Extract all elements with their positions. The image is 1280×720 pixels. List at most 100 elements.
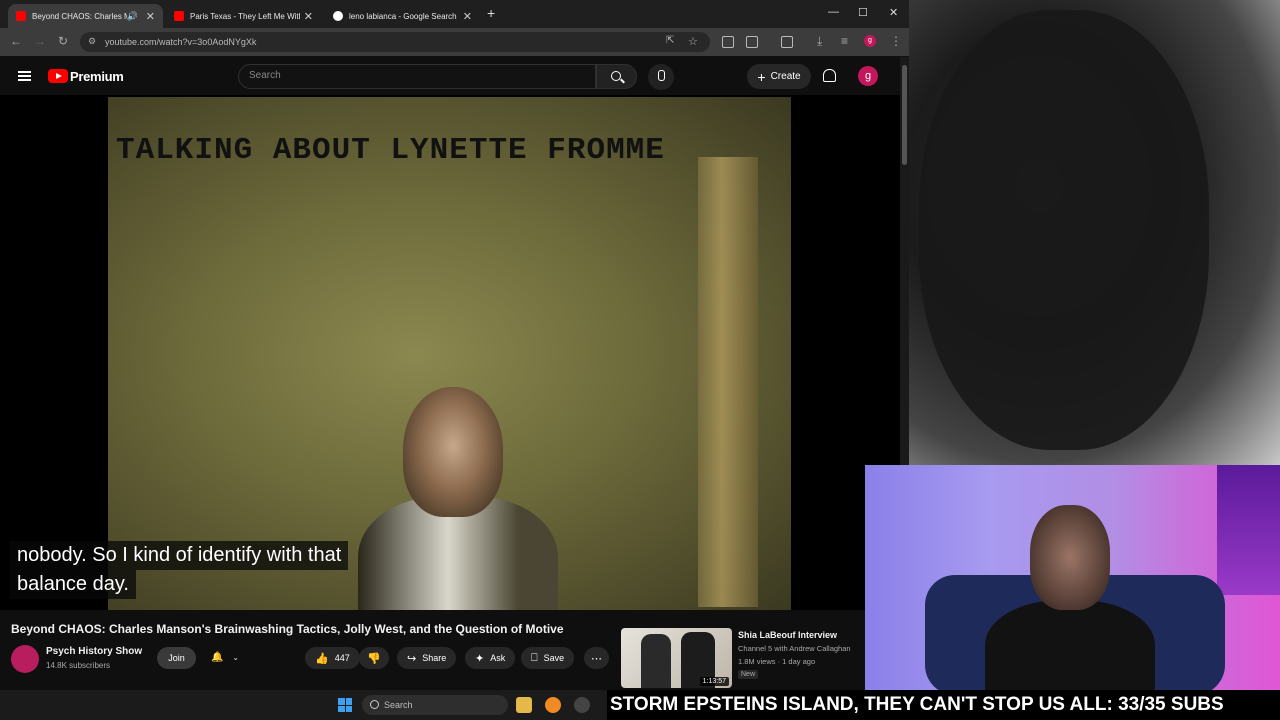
webcam-shelf [1217, 465, 1280, 595]
bookmark-icon: ⎕ [531, 651, 538, 664]
bell-icon: 🔔 [211, 652, 224, 663]
back-icon[interactable]: ← [10, 34, 22, 48]
thumbs-up-icon: 👍 [315, 652, 329, 665]
channel-avatar[interactable] [11, 645, 39, 673]
new-tab-button[interactable]: + [487, 5, 495, 21]
search-box [238, 64, 596, 89]
search-input[interactable] [249, 70, 579, 81]
recommended-meta: 1.8M views · 1 day ago [738, 657, 816, 666]
youtube-logo-icon[interactable] [48, 69, 68, 83]
scrollbar-thumb[interactable] [902, 65, 907, 165]
webcam-person-head [1030, 505, 1110, 610]
share-icon: ↪ [407, 652, 417, 665]
video-scene-person [358, 387, 558, 610]
close-tab-icon[interactable]: ✕ [304, 10, 313, 23]
extensions-icon[interactable] [746, 36, 758, 48]
more-horizontal-icon: ⋯ [591, 652, 602, 665]
create-button[interactable]: + Create [747, 64, 811, 89]
app-icon[interactable] [545, 697, 561, 713]
microphone-icon[interactable] [648, 64, 674, 90]
video-player[interactable]: TALKING ABOUT LYNETTE FROMME nobody. So … [0, 95, 900, 610]
notifications-bell-icon[interactable] [823, 69, 836, 82]
close-window-icon[interactable]: ✕ [889, 6, 898, 19]
like-count: 447 [334, 653, 350, 663]
cast-icon[interactable]: ⇱ [666, 35, 674, 46]
more-actions-button[interactable]: ⋯ [584, 647, 609, 669]
recommended-video-thumbnail[interactable]: 1:13:57 [621, 628, 732, 688]
recommended-video-title[interactable]: Shia LaBeouf Interview [738, 630, 837, 640]
video-frame[interactable] [108, 97, 791, 610]
caption-line: balance day. [10, 570, 136, 599]
bookmark-star-icon[interactable]: ☆ [688, 35, 698, 48]
new-badge: New [738, 670, 759, 679]
join-button[interactable]: Join [157, 647, 196, 669]
webcam-person-body [985, 600, 1155, 690]
hamburger-menu-icon[interactable] [18, 71, 31, 81]
tab-paris-texas[interactable]: Paris Texas - They Left Me With ✕ [166, 4, 321, 28]
account-avatar[interactable]: g [858, 66, 878, 86]
reading-list-icon[interactable] [722, 36, 734, 48]
forward-icon[interactable]: → [34, 34, 46, 48]
chevron-down-icon: ⌄ [232, 653, 239, 662]
save-button[interactable]: ⎕ Save [521, 647, 575, 669]
app-4k-icon[interactable] [574, 697, 590, 713]
youtube-icon [174, 11, 184, 21]
url-text: youtube.com/watch?v=3o0AodNYgXk [105, 37, 257, 47]
channel-subscribers: 14.8K subscribers [46, 661, 111, 670]
tab-bar: Beyond CHAOS: Charles Ma 🔊 ✕ Paris Texas… [0, 0, 909, 28]
file-explorer-icon[interactable] [516, 697, 532, 713]
youtube-icon [16, 11, 26, 21]
video-duration: 1:13:57 [699, 677, 729, 686]
minimize-icon[interactable]: — [828, 6, 839, 18]
search-button[interactable] [596, 64, 637, 89]
subscription-bell-button[interactable]: 🔔 ⌄ [205, 647, 251, 669]
video-title: Beyond CHAOS: Charles Manson's Brainwash… [11, 622, 564, 636]
download-icon[interactable]: ⤓ [817, 34, 822, 49]
video-overlay-title: TALKING ABOUT LYNETTE FROMME [116, 133, 665, 168]
recommended-channel[interactable]: Channel 5 with Andrew Callaghan [738, 644, 851, 653]
youtube-brand[interactable]: Premium [70, 69, 124, 84]
youtube-header: Premium + Create g [0, 57, 900, 95]
reload-icon[interactable]: ↻ [58, 34, 68, 48]
sparkle-icon: ✦ [475, 652, 485, 665]
background-camera-feed [909, 0, 1280, 465]
stream-ticker: STORM EPSTEINS ISLAND, THEY CAN'T STOP U… [607, 690, 1280, 720]
thumbs-down-icon: 👎 [367, 652, 381, 665]
search-icon [611, 71, 621, 81]
taskbar-search[interactable]: Search [362, 695, 508, 715]
save-label: Save [543, 653, 565, 663]
media-control-icon[interactable]: ≡ [841, 34, 848, 48]
windows-start-icon[interactable] [338, 698, 352, 712]
maximize-icon[interactable]: ☐ [858, 6, 868, 19]
thumbnail-figure [641, 634, 671, 688]
tab-title: Beyond CHAOS: Charles Ma [32, 11, 127, 21]
webcam-overlay [865, 465, 1280, 690]
site-info-icon[interactable]: ⚙ [88, 36, 96, 47]
like-button[interactable]: 👍 447 [305, 647, 360, 669]
plus-icon: + [757, 68, 766, 85]
tab-google-search[interactable]: leno labianca - Google Search ✕ [325, 4, 480, 28]
person-head [403, 387, 503, 517]
google-icon [333, 11, 343, 21]
ask-button[interactable]: ✦ Ask [465, 647, 516, 669]
share-label: Share [422, 653, 447, 663]
tab-search-icon[interactable] [781, 36, 793, 48]
caption-line: nobody. So I kind of identify with that [10, 541, 349, 570]
tab-beyond-chaos[interactable]: Beyond CHAOS: Charles Ma 🔊 ✕ [8, 4, 163, 28]
close-tab-icon[interactable]: ✕ [463, 10, 472, 23]
audio-icon[interactable]: 🔊 [127, 11, 138, 22]
browser-window: Beyond CHAOS: Charles Ma 🔊 ✕ Paris Texas… [0, 0, 909, 690]
tab-title: Paris Texas - They Left Me With [190, 11, 300, 21]
tab-title: leno labianca - Google Search [349, 11, 457, 21]
address-bar: ← → ↻ ⚙ youtube.com/watch?v=3o0AodNYgXk … [0, 28, 909, 56]
channel-name[interactable]: Psych History Show [46, 646, 142, 657]
menu-icon[interactable]: ⋮ [890, 34, 902, 48]
profile-avatar[interactable]: g [864, 35, 876, 47]
ask-label: Ask [490, 653, 506, 663]
url-field[interactable]: ⚙ youtube.com/watch?v=3o0AodNYgXk ⇱ ☆ [80, 32, 710, 52]
video-captions: nobody. So I kind of identify with that … [10, 541, 349, 599]
share-button[interactable]: ↪ Share [397, 647, 457, 669]
close-tab-icon[interactable]: ✕ [146, 10, 155, 23]
dislike-button[interactable]: 👎 [359, 647, 389, 669]
video-scene-door [698, 157, 758, 607]
